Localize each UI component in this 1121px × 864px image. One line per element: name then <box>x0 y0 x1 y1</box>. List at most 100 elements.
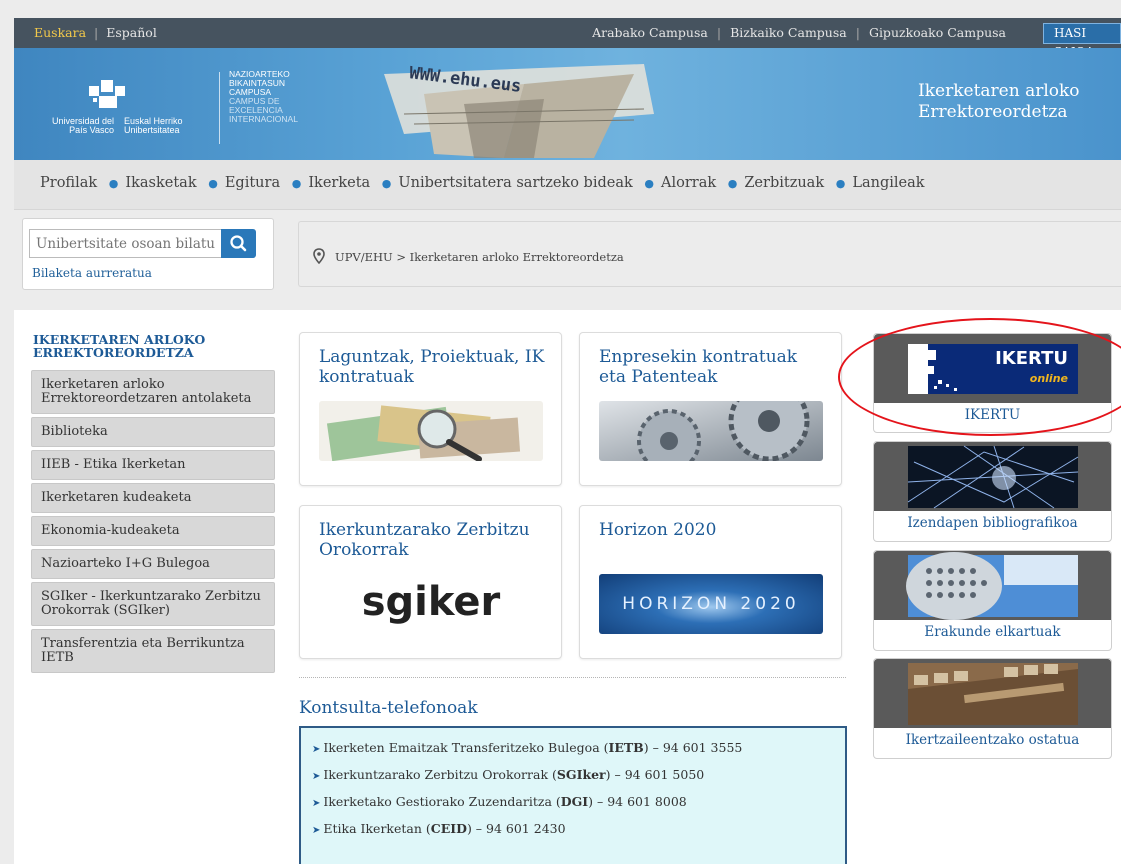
money-magnifier-image <box>319 401 543 461</box>
breadcrumb-path[interactable]: UPV/EHU > Ikerketaren arloko Errektoreor… <box>335 250 624 264</box>
search-button[interactable] <box>221 229 256 258</box>
phone-acronym: DGI <box>560 794 589 809</box>
paper-boats-illustration <box>384 64 654 158</box>
campus-separator: | <box>855 25 860 40</box>
search-box: Bilaketa aurreratua <box>22 218 274 290</box>
campus-links: Arabako Campusa | Bizkaiko Campusa | Gipuzko… <box>592 25 1006 40</box>
sidebar-menu: Ikerketaren arloko Errektoreordetzaren a… <box>31 370 275 676</box>
arrow-icon: ➤ <box>312 744 321 755</box>
advanced-search-link[interactable]: Bilaketa aurreratua <box>32 266 152 280</box>
sidebar-item-ietb[interactable]: Transferentzia eta Berrikuntza IETB <box>31 629 275 673</box>
phone-row-ietb: ➤ Ikerketen Emaitzak Transferitzeko Buleg… <box>312 740 845 755</box>
right-tile-erakunde[interactable]: Erakunde elkartuak <box>873 550 1112 651</box>
search-input[interactable] <box>29 229 223 258</box>
nav-egitura[interactable]: Egitura <box>225 175 280 191</box>
nav-bullet-icon: ● <box>727 177 738 190</box>
nav-zerbitzuak[interactable]: Zerbitzuak <box>744 175 824 191</box>
nav-profilak[interactable]: Profilak <box>40 175 97 191</box>
sidebar-item-ekonomia[interactable]: Ekonomia-kudeaketa <box>31 516 275 546</box>
horizon-logo-text: HORIZON 2020 <box>622 594 800 614</box>
nav-bullet-icon: ● <box>835 177 846 190</box>
phone-acronym: IETB <box>608 740 644 755</box>
sidebar-item-kudeaketa[interactable]: Ikerketaren kudeaketa <box>31 483 275 513</box>
sidebar-item-biblioteka[interactable]: Biblioteka <box>31 417 275 447</box>
gears-image <box>599 401 823 461</box>
building-facade-image <box>874 551 1111 620</box>
university-name-eu: Euskal Herriko Unibertsitatea <box>124 116 183 135</box>
sgiker-logo: sgiker <box>319 574 543 634</box>
nav-bullet-icon: ● <box>208 177 218 190</box>
sidebar-heading[interactable]: IKERKETAREN ARLOKO ERREKTOREORDETZA <box>33 333 263 359</box>
top-bar: Euskara | Español Arabako Campusa | Bizkaiko… <box>14 18 1121 59</box>
search-icon <box>230 235 247 252</box>
nav-langileak[interactable]: Langileak <box>852 175 924 191</box>
phone-number: ) – 94 601 5050 <box>605 767 705 782</box>
phone-text: Ikerketako Gestiorako Zuzendaritza ( <box>323 794 561 809</box>
phone-acronym: CEID <box>430 821 467 836</box>
nav-alorrak[interactable]: Alorrak <box>661 175 716 191</box>
tile-sgiker[interactable]: Ikerkuntzarako Zerbitzu Orokorrak sgiker <box>299 505 562 659</box>
tile-title: Ikerkuntzarako Zerbitzu Orokorrak <box>319 520 530 560</box>
campus-excellence-label: NAZIOARTEKO BIKAINTASUN CAMPUSA CAMPUS D… <box>229 70 329 124</box>
location-pin-icon <box>313 248 325 264</box>
banner-divider <box>219 72 220 144</box>
nav-ikasketak[interactable]: Ikasketak <box>125 175 196 191</box>
tile-title: Laguntzak, Proiektuak, IK kontratuak <box>319 347 545 387</box>
phone-number: ) – 94 601 8008 <box>588 794 687 809</box>
tile-title: Enpresekin kontratuak eta Patenteak <box>599 347 798 387</box>
campus-araba-link[interactable]: Arabako Campusa <box>592 25 708 40</box>
language-switcher: Euskara | Español <box>34 25 157 40</box>
phone-number: ) – 94 601 2430 <box>466 821 566 836</box>
nav-bullet-icon: ● <box>381 177 392 190</box>
arrow-icon: ➤ <box>312 825 321 836</box>
university-logo-icon[interactable] <box>87 76 129 110</box>
right-tile-label: Ikertzaileentzako ostatua <box>905 732 1080 748</box>
lang-euskara-link[interactable]: Euskara <box>34 25 86 40</box>
network-lines-image <box>874 442 1111 511</box>
sidebar-item-iieb[interactable]: IIEB - Etika Ikerketan <box>31 450 275 480</box>
sidebar-item-sgiker[interactable]: SGIker - Ikerkuntzarako Zerbitzu Orokorr… <box>31 582 275 626</box>
right-tile-label: Erakunde elkartuak <box>924 624 1061 640</box>
lang-separator: | <box>94 25 99 40</box>
right-tile-ostatua[interactable]: Ikertzaileentzako ostatua <box>873 658 1112 759</box>
phone-row-dgi: ➤ Ikerketako Gestiorako Zuzendaritza (DGI… <box>312 794 845 809</box>
banner-title: Ikerketaren arloko Errektoreordetza <box>918 81 1080 122</box>
tile-title: Horizon 2020 <box>599 520 717 540</box>
phone-row-sgiker: ➤ Ikerkuntzarako Zerbitzu Orokorrak (SGIk… <box>312 767 845 782</box>
phones-box: ➤ Ikerketen Emaitzak Transferitzeko Buleg… <box>299 726 847 864</box>
right-tile-izendapen[interactable]: Izendapen bibliografikoa <box>873 441 1112 542</box>
nav-bullet-icon: ● <box>644 177 654 190</box>
campus-separator: | <box>716 25 722 40</box>
sidebar-item-antolaketa[interactable]: Ikerketaren arloko Errektoreordetzaren a… <box>31 370 275 414</box>
phone-text: Etika Ikerketan ( <box>323 821 431 836</box>
phone-acronym: SGIker <box>556 767 606 782</box>
tile-laguntzak[interactable]: Laguntzak, Proiektuak, IK kontratuak <box>299 332 562 486</box>
phone-row-ceid: ➤ Etika Ikerketan (CEID) – 94 601 2430 <box>312 821 845 836</box>
arrow-icon: ➤ <box>312 798 321 809</box>
main-navigation: Profilak ● Ikasketak ● Egitura ● Ikerketa ●… <box>14 160 1121 210</box>
login-button[interactable]: HASI SAIOA <box>1043 23 1121 59</box>
phone-number: ) – 94 601 3555 <box>643 740 743 755</box>
campus-bizkaia-link[interactable]: Bizkaiko Campusa <box>730 25 847 40</box>
phone-text: Ikerkuntzarako Zerbitzu Orokorrak ( <box>323 767 557 782</box>
right-tile-label: Izendapen bibliografikoa <box>907 515 1078 531</box>
breadcrumb: UPV/EHU > Ikerketaren arloko Errektoreor… <box>298 221 1121 287</box>
sidebar-item-bulegoa[interactable]: Nazioarteko I+G Bulegoa <box>31 549 275 579</box>
phones-title: Kontsulta-telefonoak <box>299 698 478 718</box>
horizon-2020-logo: HORIZON 2020 <box>599 574 823 634</box>
sgiker-logo-text: sgiker <box>361 579 501 625</box>
nav-sartzeko-bideak[interactable]: Unibertsitatera sartzeko bideak <box>398 175 632 191</box>
header-banner: Universidad del País Vasco Euskal Herrik… <box>14 48 1121 160</box>
campus-gipuzkoa-link[interactable]: Gipuzkoako Campusa <box>869 25 1006 40</box>
campus-line-eu: NAZIOARTEKO BIKAINTASUN CAMPUSA <box>229 69 290 97</box>
nav-bullet-icon: ● <box>291 177 302 190</box>
arrow-icon: ➤ <box>312 771 321 782</box>
lang-espanol-link[interactable]: Español <box>106 25 157 40</box>
tile-horizon[interactable]: Horizon 2020 HORIZON 2020 <box>579 505 842 659</box>
nav-ikerketa[interactable]: Ikerketa <box>308 175 370 191</box>
nav-bullet-icon: ● <box>108 177 119 190</box>
university-building-image <box>874 659 1111 728</box>
phone-text: Ikerketen Emaitzak Transferitzeko Bulego… <box>323 740 609 755</box>
divider <box>299 677 846 678</box>
tile-enpresekin[interactable]: Enpresekin kontratuak eta Patenteak <box>579 332 842 486</box>
